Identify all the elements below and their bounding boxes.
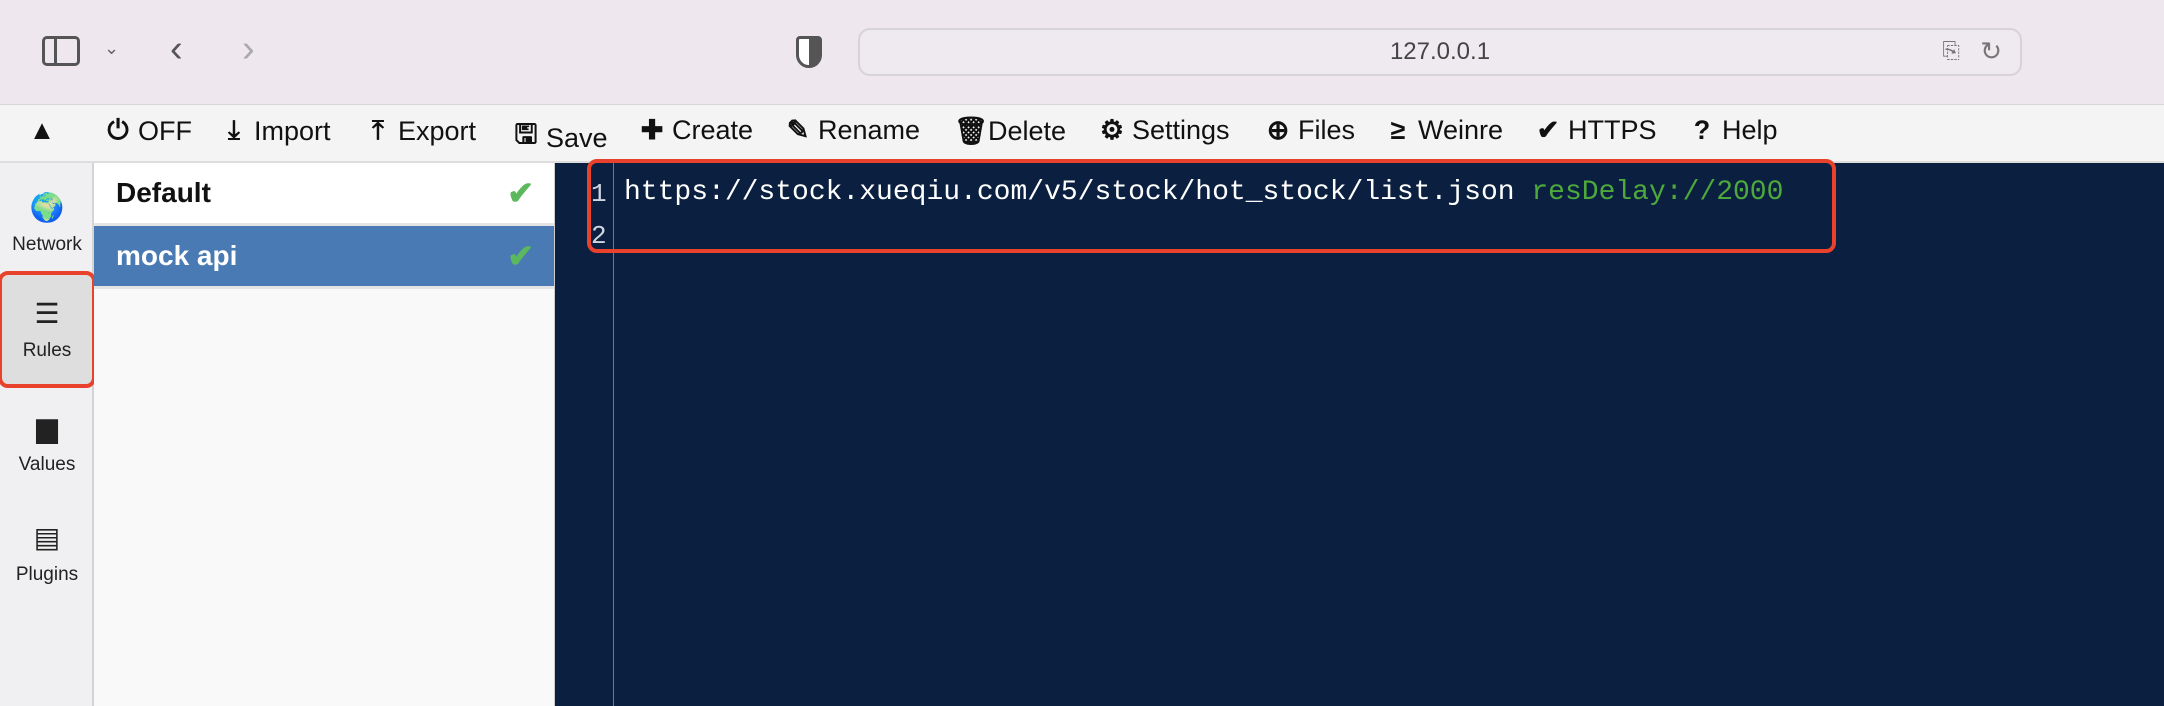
collapse-icon: ▲ <box>28 115 56 145</box>
import-label: Import <box>254 115 331 146</box>
sidebar-item-network[interactable]: 🌍 Network <box>2 191 92 256</box>
network-icon: 🌍 <box>29 192 65 223</box>
delete-label: Delete <box>988 115 1067 146</box>
url-text: 127.0.0.1 <box>1389 38 1491 65</box>
export-label: Export <box>398 115 477 146</box>
rules-icon: ☰ <box>34 298 60 329</box>
weinre-button[interactable]: ≥ Weinre <box>1384 115 1503 146</box>
rules-list: Default ✔ mock api ✔ <box>94 163 555 706</box>
chevron-down-icon[interactable]: ⌄ <box>104 38 119 59</box>
sidebar-item-label: Rules <box>22 340 72 361</box>
help-label: Help <box>1722 115 1778 145</box>
rule-name: mock api <box>116 240 238 271</box>
sidebar-item-label: Values <box>18 454 76 475</box>
https-icon: ✔ <box>1536 115 1560 145</box>
create-button[interactable]: ✚ Create <box>638 115 753 146</box>
delete-icon: 🗑 <box>954 116 989 146</box>
import-button[interactable]: ⤓ Import <box>220 115 331 147</box>
delete-button[interactable]: 🗑 Delete <box>954 115 1066 147</box>
create-icon: ✚ <box>640 115 664 145</box>
rename-icon: ✎ <box>786 115 810 145</box>
settings-button[interactable]: ⚙ Settings <box>1098 115 1230 146</box>
help-button[interactable]: ? Help <box>1688 115 1778 146</box>
browser-chrome: ⌄ ‹ › 127.0.0.1 ⎘ ↻ <box>0 0 2164 105</box>
settings-label: Settings <box>1132 115 1230 145</box>
sidebar: 🌍 Network ☰ Rules ▆ Values ▤ Plugins <box>0 163 96 706</box>
rename-label: Rename <box>818 115 921 145</box>
values-icon: ▆ <box>36 412 58 443</box>
export-button[interactable]: ⤒ Export <box>364 115 476 147</box>
https-label: HTTPS <box>1568 115 1657 145</box>
save-label: Save <box>546 122 608 153</box>
back-icon[interactable]: ‹ <box>170 28 183 71</box>
https-button[interactable]: ✔ HTTPS <box>1534 115 1657 146</box>
sidebar-item-rules[interactable]: ☰ Rules <box>0 271 96 388</box>
sidebar-toggle-icon[interactable] <box>42 36 80 66</box>
save-icon: 🖫 <box>514 119 538 149</box>
plugins-icon: ▤ <box>33 522 61 553</box>
forward-icon[interactable]: › <box>242 28 255 71</box>
files-button[interactable]: ⊕ Files <box>1264 115 1355 146</box>
create-label: Create <box>672 115 754 145</box>
files-label: Files <box>1298 115 1356 145</box>
rule-name: Default <box>116 177 211 208</box>
collapse-button[interactable]: ▲ <box>28 115 56 146</box>
rename-button[interactable]: ✎ Rename <box>784 115 920 146</box>
off-button[interactable]: ⏻ OFF <box>104 115 192 147</box>
export-icon: ⤒ <box>372 115 384 145</box>
off-icon: ⏻ <box>107 115 129 145</box>
sidebar-item-label: Network <box>12 234 82 255</box>
help-icon: ? <box>1693 115 1711 145</box>
sidebar-item-plugins[interactable]: ▤ Plugins <box>2 521 92 586</box>
check-icon: ✔ <box>507 238 534 274</box>
sidebar-item-label: Plugins <box>15 564 79 585</box>
shield-icon[interactable] <box>796 36 822 68</box>
reload-icon[interactable]: ↻ <box>1980 36 2002 67</box>
rule-item[interactable]: mock api ✔ <box>94 226 554 289</box>
rule-item[interactable]: Default ✔ <box>94 163 554 226</box>
translate-icon[interactable]: ⎘ <box>1942 38 1960 64</box>
save-button[interactable]: 🖫 Save <box>512 115 608 161</box>
highlight-box <box>587 159 1836 253</box>
address-bar[interactable]: 127.0.0.1 ⎘ ↻ <box>858 28 2022 76</box>
off-label: OFF <box>138 115 192 146</box>
toolbar: ▲ ⏻ OFF ⤓ Import ⤒ Export 🖫 Save ✚ Create ✎ Rename 🗑 D… <box>0 105 2164 163</box>
settings-icon: ⚙ <box>1099 115 1125 145</box>
weinre-icon: ≥ <box>1390 115 1406 145</box>
import-icon: ⤓ <box>228 115 240 145</box>
files-icon: ⊕ <box>1266 115 1290 145</box>
weinre-label: Weinre <box>1418 115 1504 145</box>
check-icon: ✔ <box>507 175 534 211</box>
sidebar-item-values[interactable]: ▆ Values <box>2 411 92 476</box>
